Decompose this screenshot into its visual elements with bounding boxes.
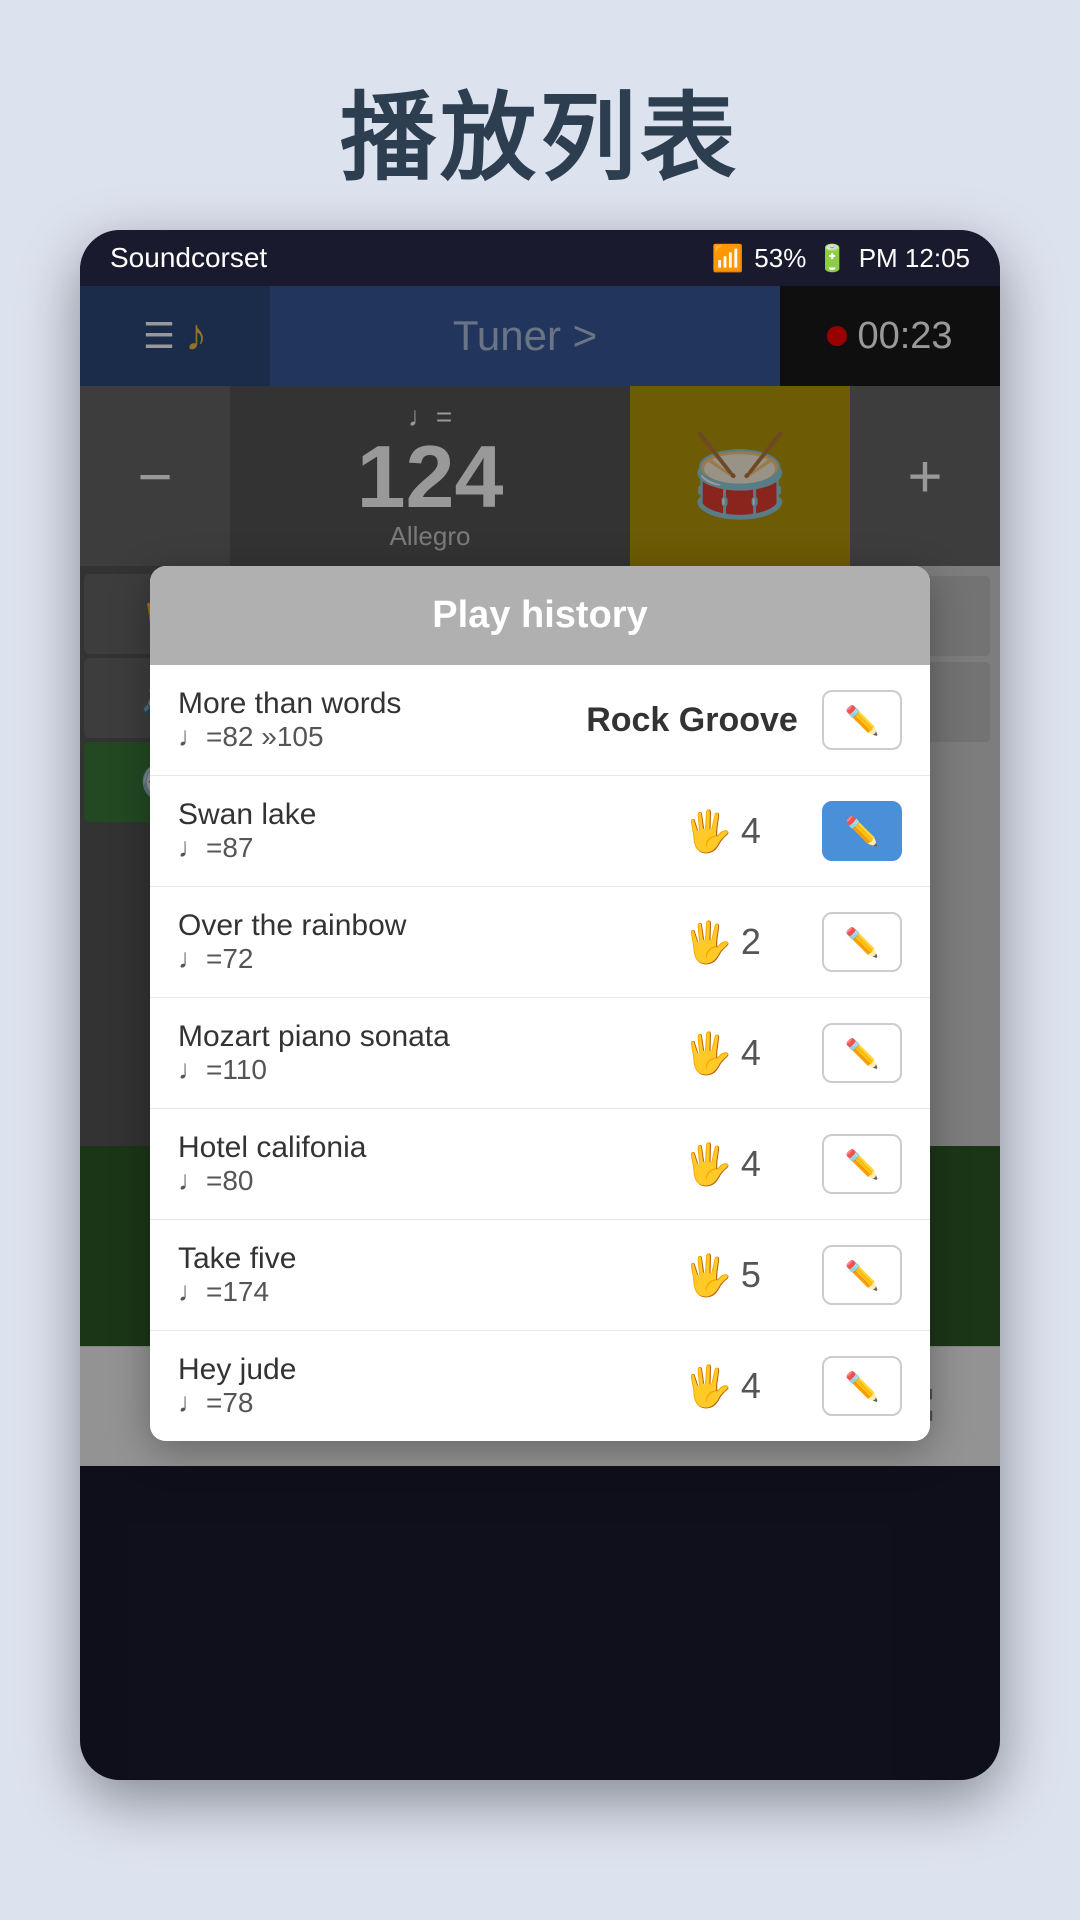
play-history-modal: Play history More than words ♩=82 »105 R…	[150, 566, 930, 1441]
pencil-icon-6: ✏️	[845, 1259, 880, 1292]
hand-icon-3: 🖐	[683, 919, 733, 966]
song-info-6: Take five ♩=174	[178, 1242, 622, 1308]
song-info-1: More than words ♩=82 »105	[178, 687, 562, 753]
beat-count-5: 4	[741, 1143, 761, 1185]
edit-button-6[interactable]: ✏️	[822, 1245, 902, 1305]
hand-icon-6: 🖐	[683, 1252, 733, 1299]
beat-indicator-3: 🖐 2	[642, 919, 802, 966]
history-row-3[interactable]: Over the rainbow ♩=72 🖐 2 ✏️	[150, 887, 930, 998]
beat-count-4: 4	[741, 1032, 761, 1074]
song-title-2: Swan lake	[178, 798, 622, 832]
pencil-icon-4: ✏️	[845, 1037, 880, 1070]
hand-icon-2: 🖐	[683, 808, 733, 855]
song-info-3: Over the rainbow ♩=72	[178, 909, 622, 975]
song-title-5: Hotel califonia	[178, 1131, 622, 1165]
beat-indicator-4: 🖐 4	[642, 1030, 802, 1077]
genre-label-1: Rock Groove	[582, 701, 802, 740]
history-row-4[interactable]: Mozart piano sonata ♩=110 🖐 4 ✏️	[150, 998, 930, 1109]
page-title: 播放列表	[0, 0, 1080, 199]
history-row-7[interactable]: Hey jude ♩=78 🖐 4 ✏️	[150, 1331, 930, 1441]
song-tempo-2: ♩=87	[178, 832, 622, 864]
pencil-icon-5: ✏️	[845, 1148, 880, 1181]
song-title-4: Mozart piano sonata	[178, 1020, 622, 1054]
song-info-5: Hotel califonia ♩=80	[178, 1131, 622, 1197]
song-title-6: Take five	[178, 1242, 622, 1276]
status-bar: Soundcorset 📶 53% 🔋 PM 12:05	[80, 230, 1000, 286]
edit-button-5[interactable]: ✏️	[822, 1134, 902, 1194]
battery-percent: 53%	[754, 243, 806, 274]
song-tempo-1: ♩=82 »105	[178, 721, 562, 753]
beat-indicator-5: 🖐 4	[642, 1141, 802, 1188]
edit-button-4[interactable]: ✏️	[822, 1023, 902, 1083]
phone-frame: Soundcorset 📶 53% 🔋 PM 12:05 ☰ ♪ Tuner >…	[80, 230, 1000, 1780]
beat-count-3: 2	[741, 921, 761, 963]
pencil-icon-2: ✏️	[845, 815, 880, 848]
beat-count-7: 4	[741, 1365, 761, 1407]
song-tempo-3: ♩=72	[178, 943, 622, 975]
app-name: Soundcorset	[110, 242, 267, 274]
modal-list: More than words ♩=82 »105 Rock Groove ✏️…	[150, 665, 930, 1441]
history-row-5[interactable]: Hotel califonia ♩=80 🖐 4 ✏️	[150, 1109, 930, 1220]
beat-indicator-2: 🖐 4	[642, 808, 802, 855]
song-tempo-5: ♩=80	[178, 1165, 622, 1197]
song-title-7: Hey jude	[178, 1353, 622, 1387]
pencil-icon-1: ✏️	[845, 704, 880, 737]
hand-icon-4: 🖐	[683, 1030, 733, 1077]
history-row-2[interactable]: Swan lake ♩=87 🖐 4 ✏️	[150, 776, 930, 887]
clock-time: PM 12:05	[859, 243, 970, 274]
song-tempo-4: ♩=110	[178, 1054, 622, 1086]
edit-button-3[interactable]: ✏️	[822, 912, 902, 972]
modal-title: Play history	[432, 594, 647, 636]
song-tempo-7: ♩=78	[178, 1387, 622, 1419]
battery-icon: 🔋	[816, 243, 848, 274]
song-tempo-6: ♩=174	[178, 1276, 622, 1308]
history-row-6[interactable]: Take five ♩=174 🖐 5 ✏️	[150, 1220, 930, 1331]
modal-overlay: Play history More than words ♩=82 »105 R…	[80, 286, 1000, 1780]
signal-icon: 📶	[712, 243, 744, 274]
modal-header: Play history	[150, 566, 930, 665]
song-info-4: Mozart piano sonata ♩=110	[178, 1020, 622, 1086]
song-title-1: More than words	[178, 687, 562, 721]
beat-count-2: 4	[741, 810, 761, 852]
pencil-icon-3: ✏️	[845, 926, 880, 959]
edit-button-7[interactable]: ✏️	[822, 1356, 902, 1416]
status-right: 📶 53% 🔋 PM 12:05	[712, 243, 970, 274]
pencil-icon-7: ✏️	[845, 1370, 880, 1403]
hand-icon-5: 🖐	[683, 1141, 733, 1188]
song-info-2: Swan lake ♩=87	[178, 798, 622, 864]
beat-count-6: 5	[741, 1254, 761, 1296]
song-info-7: Hey jude ♩=78	[178, 1353, 622, 1419]
hand-icon-7: 🖐	[683, 1363, 733, 1410]
beat-indicator-7: 🖐 4	[642, 1363, 802, 1410]
beat-indicator-6: 🖐 5	[642, 1252, 802, 1299]
song-title-3: Over the rainbow	[178, 909, 622, 943]
edit-button-1[interactable]: ✏️	[822, 690, 902, 750]
history-row-1[interactable]: More than words ♩=82 »105 Rock Groove ✏️	[150, 665, 930, 776]
edit-button-2[interactable]: ✏️	[822, 801, 902, 861]
